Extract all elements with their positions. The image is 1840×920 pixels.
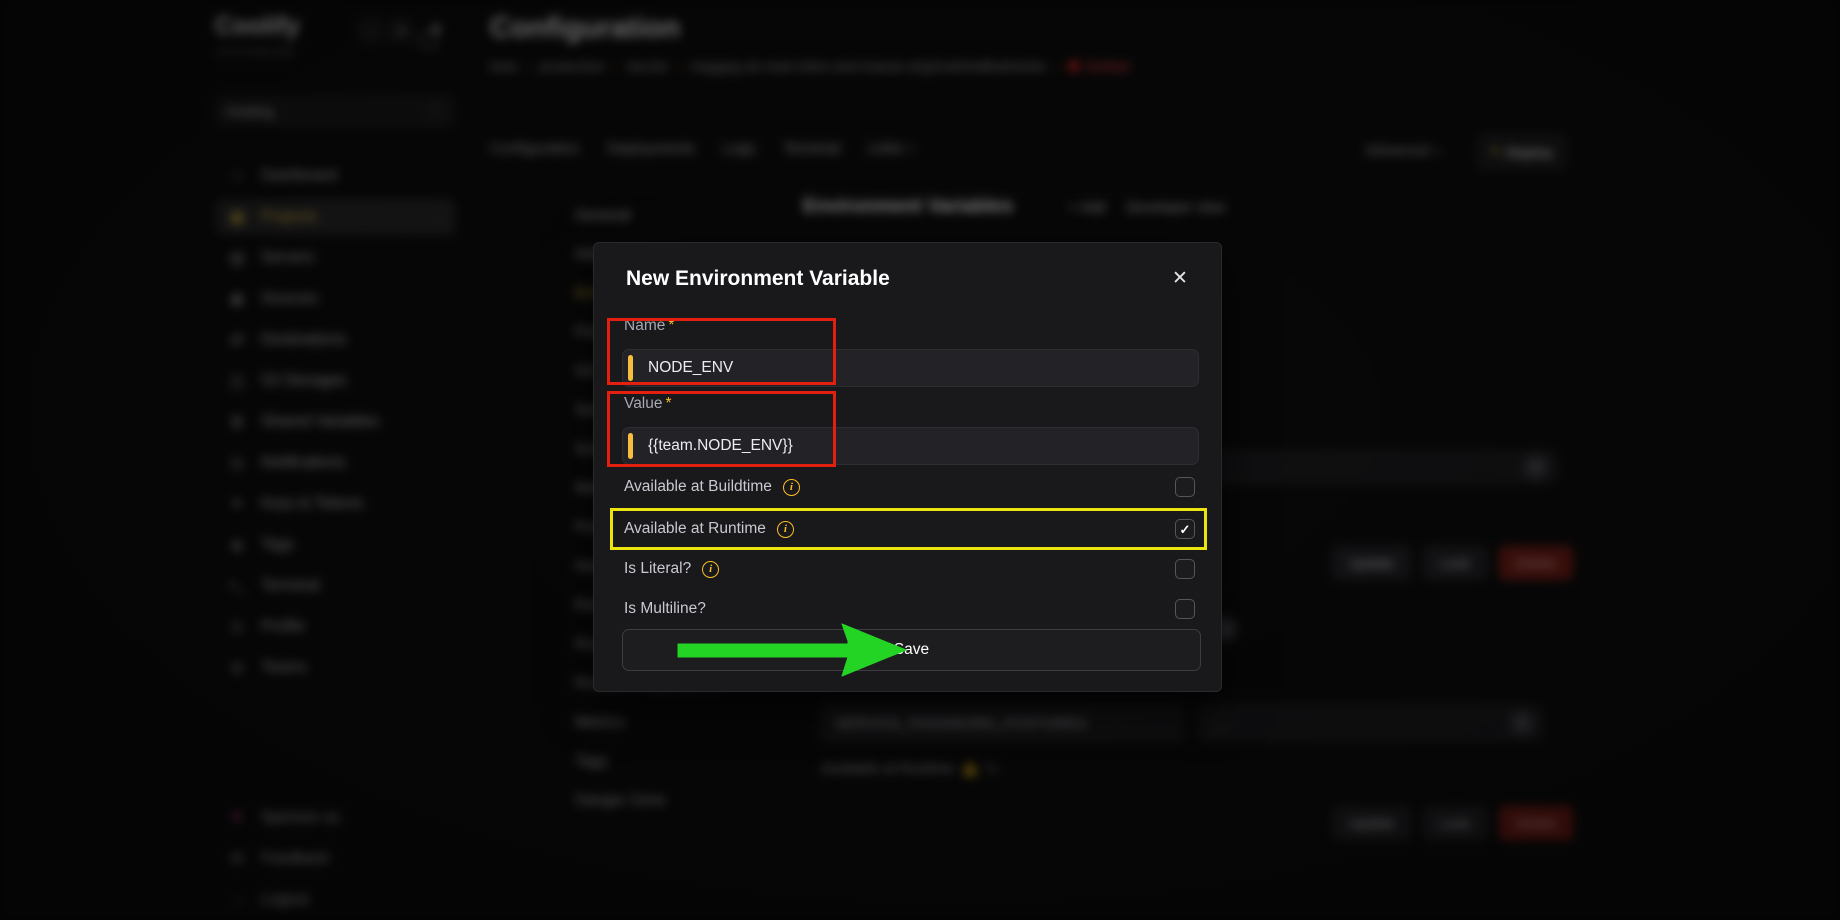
modal-title: New Environment Variable <box>626 267 890 291</box>
option-label: Is Literal? <box>624 560 691 578</box>
option-is-literal: Is Literal? i <box>624 555 1195 583</box>
buildtime-checkbox[interactable] <box>1175 477 1195 497</box>
info-icon[interactable]: i <box>702 561 719 578</box>
annotation-yellow-box-runtime <box>610 508 1207 550</box>
annotation-green-arrow <box>670 618 915 680</box>
info-icon[interactable]: i <box>783 479 800 496</box>
option-available-buildtime: Available at Buildtime i <box>624 473 1195 501</box>
screen: Coolify v4.0.0-beta.360 ⌕ ⊕ ✱ Hosting / … <box>0 0 1840 920</box>
annotation-red-box-value <box>607 391 836 467</box>
option-label: Is Multiline? <box>624 600 706 618</box>
literal-checkbox[interactable] <box>1175 559 1195 579</box>
annotation-red-box-name <box>607 318 836 385</box>
multiline-checkbox[interactable] <box>1175 599 1195 619</box>
option-label: Available at Buildtime <box>624 478 772 496</box>
close-icon[interactable]: ✕ <box>1172 267 1188 290</box>
